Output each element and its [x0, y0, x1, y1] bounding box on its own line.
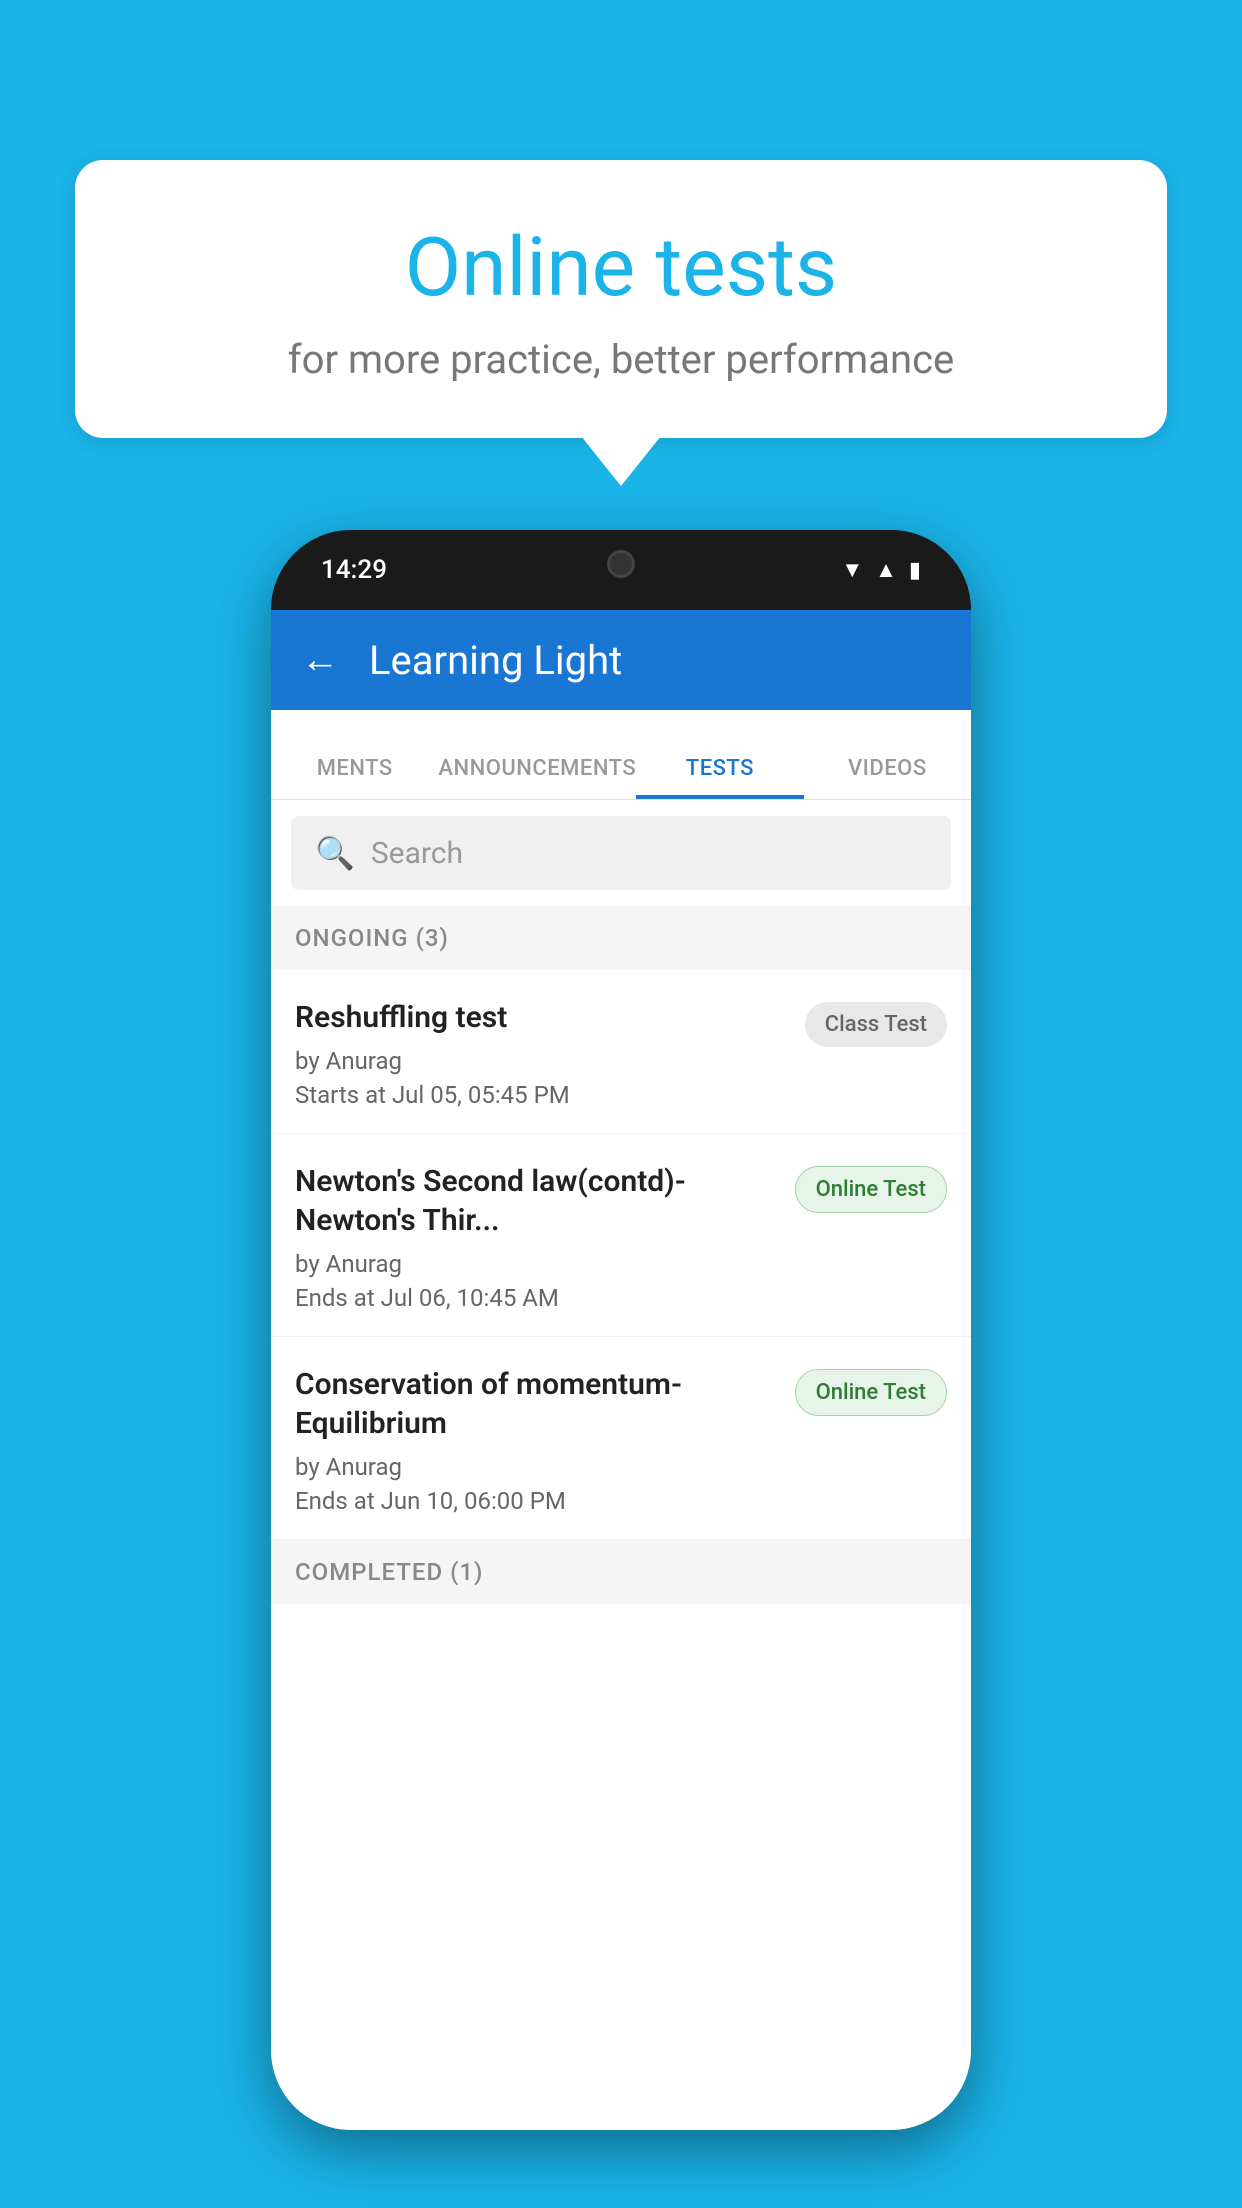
test-info: Newton's Second law(contd)-Newton's Thir…	[295, 1162, 779, 1312]
test-item[interactable]: Newton's Second law(contd)-Newton's Thir…	[271, 1134, 971, 1337]
test-author: by Anurag	[295, 1453, 779, 1481]
notch	[531, 530, 711, 590]
tab-tests[interactable]: TESTS	[636, 756, 803, 799]
test-author: by Anurag	[295, 1047, 789, 1075]
status-icons: ▼ ▲ ▮	[841, 557, 921, 583]
test-time: Ends at Jun 10, 06:00 PM	[295, 1487, 779, 1515]
app-title: Learning Light	[369, 637, 622, 684]
bubble-subtitle: for more practice, better performance	[125, 336, 1117, 383]
test-item[interactable]: Reshuffling test by Anurag Starts at Jul…	[271, 970, 971, 1134]
speech-bubble: Online tests for more practice, better p…	[75, 160, 1167, 438]
test-badge: Online Test	[795, 1166, 947, 1213]
phone-frame: 14:29 ▼ ▲ ▮ ← Learning Light MENTS ANNOU…	[271, 530, 971, 2130]
tab-assignments[interactable]: MENTS	[271, 756, 438, 799]
battery-icon: ▮	[909, 558, 921, 583]
status-time: 14:29	[321, 555, 387, 585]
back-button[interactable]: ←	[301, 638, 339, 682]
wifi-icon: ▼	[841, 557, 863, 583]
signal-icon: ▲	[875, 557, 897, 583]
app-header: ← Learning Light	[271, 610, 971, 710]
search-icon: 🔍	[315, 834, 355, 872]
tab-videos[interactable]: VIDEOS	[804, 756, 971, 799]
completed-section-label: COMPLETED (1)	[271, 1540, 971, 1604]
test-item[interactable]: Conservation of momentum-Equilibrium by …	[271, 1337, 971, 1540]
search-bar[interactable]: 🔍 Search	[291, 816, 951, 890]
tab-bar: MENTS ANNOUNCEMENTS TESTS VIDEOS	[271, 710, 971, 800]
test-badge: Online Test	[795, 1369, 947, 1416]
bubble-title: Online tests	[125, 220, 1117, 316]
front-camera	[607, 550, 635, 578]
test-author: by Anurag	[295, 1250, 779, 1278]
test-name: Reshuffling test	[295, 998, 789, 1037]
search-container: 🔍 Search	[271, 800, 971, 906]
phone-screen: ← Learning Light MENTS ANNOUNCEMENTS TES…	[271, 610, 971, 2130]
tab-assignments-label: MENTS	[317, 756, 393, 781]
ongoing-section-label: ONGOING (3)	[271, 906, 971, 970]
tab-tests-label: TESTS	[686, 756, 754, 781]
tab-videos-label: VIDEOS	[848, 756, 927, 781]
test-list: Reshuffling test by Anurag Starts at Jul…	[271, 970, 971, 2130]
search-placeholder: Search	[371, 836, 463, 871]
test-name: Conservation of momentum-Equilibrium	[295, 1365, 779, 1443]
test-info: Conservation of momentum-Equilibrium by …	[295, 1365, 779, 1515]
status-bar: 14:29 ▼ ▲ ▮	[271, 530, 971, 610]
test-info: Reshuffling test by Anurag Starts at Jul…	[295, 998, 789, 1109]
tab-announcements[interactable]: ANNOUNCEMENTS	[438, 756, 636, 799]
test-badge: Class Test	[805, 1002, 947, 1047]
test-time: Starts at Jul 05, 05:45 PM	[295, 1081, 789, 1109]
tab-announcements-label: ANNOUNCEMENTS	[438, 756, 636, 781]
test-name: Newton's Second law(contd)-Newton's Thir…	[295, 1162, 779, 1240]
test-time: Ends at Jul 06, 10:45 AM	[295, 1284, 779, 1312]
